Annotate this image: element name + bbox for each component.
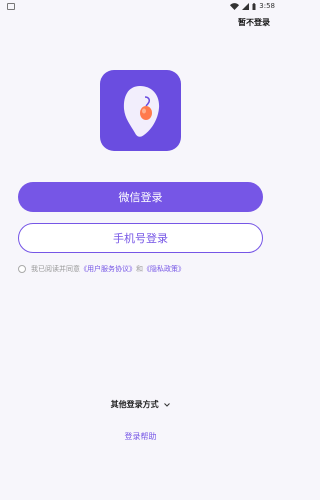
settings-icon <box>7 3 15 10</box>
signal-icon <box>242 2 250 10</box>
user-agreement-link[interactable]: 《用户服务协议》 <box>80 264 136 274</box>
status-bar: 3:58 <box>0 0 281 14</box>
app-logo-icon <box>123 85 159 137</box>
status-time: 3:58 <box>259 2 275 10</box>
other-login-label: 其他登录方式 <box>110 400 159 409</box>
agreement-checkbox[interactable] <box>18 265 26 273</box>
battery-icon <box>252 2 256 10</box>
chevron-down-icon <box>164 400 171 409</box>
phone-login-button[interactable]: 手机号登录 <box>18 223 263 253</box>
login-help-link[interactable]: 登录帮助 <box>0 431 281 442</box>
status-icons: 3:58 <box>230 2 275 10</box>
privacy-policy-link[interactable]: 《隐私政策》 <box>143 264 185 274</box>
wechat-login-button[interactable]: 微信登录 <box>18 182 263 212</box>
agreement-and: 和 <box>136 265 143 273</box>
app-logo <box>100 70 181 151</box>
skip-login-button[interactable]: 暂不登录 <box>238 17 270 28</box>
wifi-icon <box>230 2 240 10</box>
other-login-methods-toggle[interactable]: 其他登录方式 <box>0 399 281 410</box>
agreement-prefix: 我已阅读并同意 <box>31 265 80 273</box>
agreement-row: 我已阅读并同意 《用户服务协议》 和 《隐私政策》 <box>18 263 185 275</box>
